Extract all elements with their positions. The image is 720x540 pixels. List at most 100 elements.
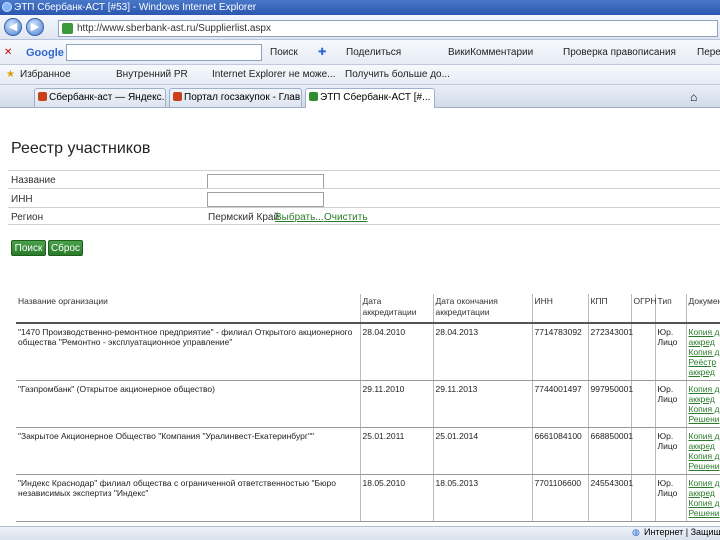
name-input[interactable] <box>207 174 324 189</box>
google-search-input[interactable] <box>66 44 262 61</box>
column-header[interactable]: Название организации <box>16 294 361 324</box>
region-clear-link[interactable]: Очистить <box>324 212 368 223</box>
favorites-bar: ★ Избранное Внутренний PR Internet Explo… <box>0 65 720 85</box>
status-bar: ◍ Интернет | Защищ <box>0 526 720 540</box>
doc-link[interactable]: аккред <box>689 394 718 404</box>
acc-end-cell: 18.05.2013 <box>433 474 533 522</box>
google-search-button[interactable]: Поиск <box>270 46 298 60</box>
doc-link[interactable]: аккред <box>689 367 718 377</box>
security-zone: Интернет | Защищ <box>644 527 720 537</box>
site-favicon-icon <box>62 23 73 34</box>
column-header[interactable]: Документы <box>686 294 720 324</box>
column-header[interactable]: КПП <box>588 294 632 324</box>
favorites-star-icon[interactable]: ★ <box>6 68 15 82</box>
doc-link[interactable]: Копия д <box>689 327 720 337</box>
tab-zakupki[interactable]: Портал госзакупок - Глав... <box>169 88 302 107</box>
table-row: "1470 Производственно-ремонтное предприя… <box>16 323 720 381</box>
column-header[interactable]: Дата аккредитации <box>360 294 434 324</box>
doc-link[interactable]: Решени <box>689 461 720 471</box>
doc-link[interactable]: Копия д <box>689 431 720 441</box>
doc-link[interactable]: Реёстр <box>689 357 718 367</box>
acc-end-cell: 29.11.2013 <box>433 380 533 428</box>
kpp-cell: 668850001 <box>588 427 633 475</box>
region-value: Пермский Край <box>208 212 280 223</box>
favorite-link-ie[interactable]: Internet Explorer не може... <box>212 68 335 82</box>
ogrn-cell <box>631 380 656 428</box>
table-row: "Газпромбанк" (Открытое акционерное обще… <box>16 380 720 428</box>
spellcheck-button[interactable]: Проверка правописания <box>563 46 676 60</box>
column-header[interactable]: ОГРН <box>631 294 657 324</box>
doc-link[interactable]: Решени <box>689 414 720 424</box>
globe-icon: ◍ <box>632 527 640 537</box>
doc-link[interactable]: аккред <box>689 337 718 347</box>
doc-link[interactable]: Копия д <box>689 404 720 414</box>
column-header[interactable]: ИНН <box>532 294 589 324</box>
doc-link[interactable]: Копия д <box>689 384 720 394</box>
docs-cell: Копия д аккред Копия д Решени <box>686 474 720 522</box>
favorites-button[interactable]: Избранное <box>20 68 71 82</box>
doc-link[interactable]: Копия д <box>689 478 720 488</box>
favorite-link-pr[interactable]: Внутренний PR <box>116 68 188 82</box>
share-button[interactable]: Поделиться <box>346 46 401 60</box>
address-input[interactable]: http://www.sberbank-ast.ru/Supplierlist.… <box>58 20 718 37</box>
column-header[interactable]: Тип <box>655 294 687 324</box>
inn-cell: 7744001497 <box>532 380 589 428</box>
type-cell: Юр. Лицо <box>655 427 687 475</box>
search-button[interactable]: Поиск <box>11 240 46 256</box>
acc-date-cell: 28.04.2010 <box>360 323 434 381</box>
favorite-link-more[interactable]: Получить больше до... <box>345 68 450 82</box>
wikicomments-button[interactable]: ВикиКомментарии <box>448 46 533 60</box>
inn-cell: 7714783092 <box>532 323 589 381</box>
acc-date-cell: 25.01.2011 <box>360 427 434 475</box>
divider <box>8 188 720 189</box>
doc-link[interactable]: Копия д <box>689 347 720 357</box>
add-tool-icon[interactable]: ✚ <box>318 46 326 60</box>
tab-label: ЭТП Сбербанк-АСТ [#... <box>320 92 431 103</box>
table-header-row: Название организации Дата аккредитации Д… <box>16 294 720 324</box>
reset-button[interactable]: Сброс <box>48 240 83 256</box>
acc-end-cell: 28.04.2013 <box>433 323 533 381</box>
doc-link[interactable]: Копия д <box>689 451 720 461</box>
window-title: ЭТП Сбербанк-АСТ [#53] - Windows Interne… <box>14 2 257 13</box>
doc-link[interactable]: аккред <box>689 488 718 498</box>
divider <box>8 170 720 171</box>
divider <box>8 224 720 225</box>
doc-link[interactable]: аккред <box>689 441 718 451</box>
type-cell: Юр. Лицо <box>655 323 687 381</box>
acc-date-cell: 18.05.2010 <box>360 474 434 522</box>
tab-sberbank-ast[interactable]: ЭТП Сбербанк-АСТ [#... <box>305 88 435 108</box>
inn-cell: 7701106600 <box>532 474 589 522</box>
doc-link[interactable]: Решени <box>689 508 720 518</box>
tab-label: Портал госзакупок - Глав... <box>184 92 302 103</box>
org-name-cell: "Газпромбанк" (Открытое акционерное обще… <box>16 380 361 428</box>
forward-arrow-icon[interactable]: ▶ <box>26 18 44 36</box>
type-cell: Юр. Лицо <box>655 380 687 428</box>
inn-input[interactable] <box>207 192 324 207</box>
tab-yandex[interactable]: Сбербанк-аст — Яндекс... <box>34 88 166 107</box>
name-label: Название <box>11 175 56 186</box>
participants-table: Название организации Дата аккредитации Д… <box>16 294 720 522</box>
table-row: "Закрытое Акционерное Общество "Компания… <box>16 427 720 475</box>
kpp-cell: 997950001 <box>588 380 633 428</box>
region-select-link[interactable]: Выбрать... <box>275 212 324 223</box>
org-name-cell: "Индекс Краснодар" филиал общества с огр… <box>16 474 361 522</box>
kpp-cell: 245543001 <box>588 474 633 522</box>
divider <box>8 207 720 208</box>
acc-date-cell: 29.11.2010 <box>360 380 434 428</box>
doc-link[interactable]: Копия д <box>689 498 720 508</box>
home-icon[interactable]: ⌂ <box>690 90 697 104</box>
region-label: Регион <box>11 212 44 223</box>
back-arrow-icon[interactable]: ◀ <box>4 18 22 36</box>
column-header[interactable]: Дата окончания аккредитации <box>433 294 533 324</box>
yandex-favicon-icon <box>38 92 47 101</box>
acc-end-cell: 25.01.2014 <box>433 427 533 475</box>
translate-button[interactable]: Пере <box>697 46 720 60</box>
table-row: "Индекс Краснодар" филиал общества с огр… <box>16 474 720 522</box>
inn-cell: 6661084100 <box>532 427 589 475</box>
org-name-cell: "Закрытое Акционерное Общество "Компания… <box>16 427 361 475</box>
zakupki-favicon-icon <box>173 92 182 101</box>
docs-cell: Копия д аккред Копия д Решени <box>686 427 720 475</box>
google-logo[interactable]: Google <box>26 46 64 60</box>
close-toolbar-icon[interactable]: ✕ <box>4 46 12 60</box>
window-title-bar: ЭТП Сбербанк-АСТ [#53] - Windows Interne… <box>0 0 720 15</box>
